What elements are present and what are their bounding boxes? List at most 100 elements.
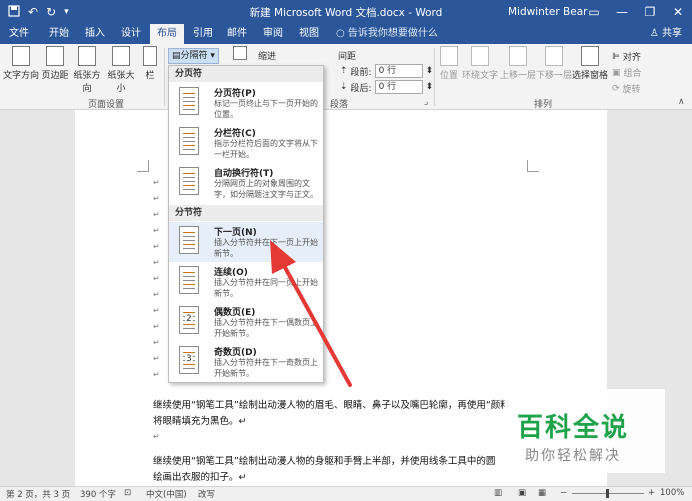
tab-home[interactable]: 开始 [44,24,74,44]
breaks-label: 分隔符 [180,51,208,61]
align-button[interactable]: ⊫ 对齐 [612,50,641,64]
proofing-icon[interactable]: ⊡ [124,488,131,498]
paragraph-mark: ↵ [153,226,160,235]
hyphenation-icon-shape [233,46,247,60]
hyphenation-icon[interactable] [230,46,250,62]
bring-forward-icon [509,46,527,66]
paragraph-mark: ↵ [153,306,160,315]
rotate-button[interactable]: ⟳ 旋转 [612,82,641,96]
share-label: 共享 [662,28,682,39]
tab-references[interactable]: 引用 [188,24,218,44]
columns-label: 栏 [145,71,155,81]
spacing-after-input[interactable]: 0 行 [374,80,423,94]
even-page-number: 2 [185,314,193,324]
item-desc: 指示分栏符后面的文字将从下一栏开始。 [214,139,318,159]
restore-button[interactable]: ❐ [636,0,664,24]
spacing-before-input[interactable]: 0 行 [374,64,423,78]
language-indicator[interactable]: 中文(中国) [146,488,187,500]
spacing-after-label: 段后: [350,83,372,94]
close-button[interactable]: ✕ [664,0,692,24]
continuous-break-icon [179,266,199,294]
section-odd-page-item[interactable]: 3 奇数页(D) 插入分节符并在下一奇数页上开始新节。 [169,342,323,382]
user-name[interactable]: Midwinter Bear [508,6,587,18]
margins-label: 页边距 [41,71,69,81]
spin-arrows-icon[interactable]: ⬍ [426,66,434,76]
send-backward-label: 下移一层 [536,71,573,81]
zoom-level[interactable]: 100% [660,488,684,498]
orientation-button[interactable]: 纸张方向 [70,46,104,94]
web-layout-icon[interactable]: ▦ [538,488,546,498]
paragraph-mark: ↵ [153,242,160,251]
selection-pane-button[interactable]: 选择窗格 [572,46,608,81]
customize-toolbar-icon[interactable]: ▾ [64,7,69,17]
rotate-label: 旋转 [622,85,641,95]
tab-insert[interactable]: 插入 [80,24,110,44]
breaks-button[interactable]: ▤分隔符 ▾ [168,48,219,64]
bring-forward-button[interactable]: 上移一层 [500,46,536,81]
tab-review[interactable]: 审阅 [258,24,288,44]
print-layout-icon[interactable]: ▣ [518,488,526,498]
zoom-in-button[interactable]: + [648,488,655,498]
item-desc: 插入分节符并在下一页上开始新节。 [214,238,318,258]
tab-view[interactable]: 视图 [294,24,324,44]
tell-me-box[interactable]: ○ 告诉我你想要做什么 [336,24,438,44]
send-backward-button[interactable]: 下移一层 [536,46,572,81]
page-count[interactable]: 第 2 页，共 3 页 [6,488,70,500]
columns-button[interactable]: 栏 [140,46,160,81]
paragraph-mark: ↵ [153,258,160,267]
dialog-launcher-icon[interactable]: ⌟ [424,97,428,107]
tab-mailings[interactable]: 邮件 [222,24,252,44]
redo-icon[interactable]: ↻ [46,5,56,19]
undo-icon[interactable]: ↶ [28,5,38,19]
title-bar: ↶ ↻ ▾ 新建 Microsoft Word 文档.docx - Word M… [0,0,692,24]
tab-file[interactable]: 文件 [4,24,34,44]
orientation-icon [78,46,96,66]
spacing-header: 间距 [338,52,357,62]
tab-layout[interactable]: 布局 [150,24,184,44]
break-text-wrapping-item[interactable]: 自动换行符(T) 分隔网页上的对象周围的文字，如分隔题注文字与正文。 [169,163,323,203]
position-button[interactable]: 位置 [438,46,460,81]
zoom-slider-thumb[interactable] [606,489,609,498]
tab-design[interactable]: 设计 [116,24,146,44]
read-mode-icon[interactable]: ▥ [494,488,502,498]
align-icon: ⊫ [612,51,620,62]
paragraph-mark: ↵ [153,432,160,441]
text-wrapping-break-icon [179,167,199,195]
paragraph-mark: ↵ [153,370,160,379]
collapse-ribbon-icon[interactable]: ∧ [678,97,685,107]
spacing-after-row: ⇣ 段后: 0 行 ⬍ [340,80,433,94]
size-button[interactable]: 纸张大小 [104,46,138,94]
page-breaks-header: 分页符 [169,66,323,82]
section-even-page-item[interactable]: 2 偶数页(E) 插入分节符并在下一偶数页上开始新节。 [169,302,323,342]
share-button[interactable]: ♙ 共享 [644,25,688,43]
overtype-mode[interactable]: 改写 [198,488,215,500]
zoom-out-button[interactable]: − [560,488,567,498]
lightbulb-icon: ○ [336,28,348,39]
minimize-button[interactable]: — [608,0,636,24]
break-column-item[interactable]: 分栏符(C) 指示分栏符后面的文字将从下一栏开始。 [169,123,323,163]
break-page-item[interactable]: 分页符(P) 标记一页终止与下一页开始的位置。 [169,83,323,123]
spin-arrows-icon[interactable]: ⬍ [426,82,434,92]
send-backward-icon [545,46,563,66]
group-button[interactable]: ▣ 组合 [612,66,642,80]
size-label: 纸张大小 [107,71,135,94]
margins-button[interactable]: 页边距 [40,46,70,81]
group-separator [164,48,165,106]
item-desc: 插入分节符并在下一偶数页上开始新节。 [214,318,318,338]
group-icon: ▣ [612,67,621,78]
paragraph-mark: ↵ [153,354,160,363]
paragraph-mark: ↵ [153,178,160,187]
breaks-icon: ▤ [172,51,181,61]
window-controls: ▭ — ❐ ✕ [580,0,692,24]
ribbon-display-options-button[interactable]: ▭ [580,0,608,24]
section-continuous-item[interactable]: 连续(O) 插入分节符并在同一页上开始新节。 [169,262,323,302]
save-icon[interactable] [8,4,20,20]
watermark-title: 百科全说 [517,413,630,443]
wrap-text-button[interactable]: 环绕文字 [462,46,498,81]
section-next-page-item[interactable]: 下一页(N) 插入分节符并在下一页上开始新节。 [169,222,323,262]
text-direction-button[interactable]: 文字方向 [3,46,39,81]
paragraph-mark: ↵ [153,274,160,283]
word-count[interactable]: 390 个字 [80,488,116,500]
text-direction-label: 文字方向 [3,71,40,81]
section-breaks-header: 分节符 [169,205,323,221]
